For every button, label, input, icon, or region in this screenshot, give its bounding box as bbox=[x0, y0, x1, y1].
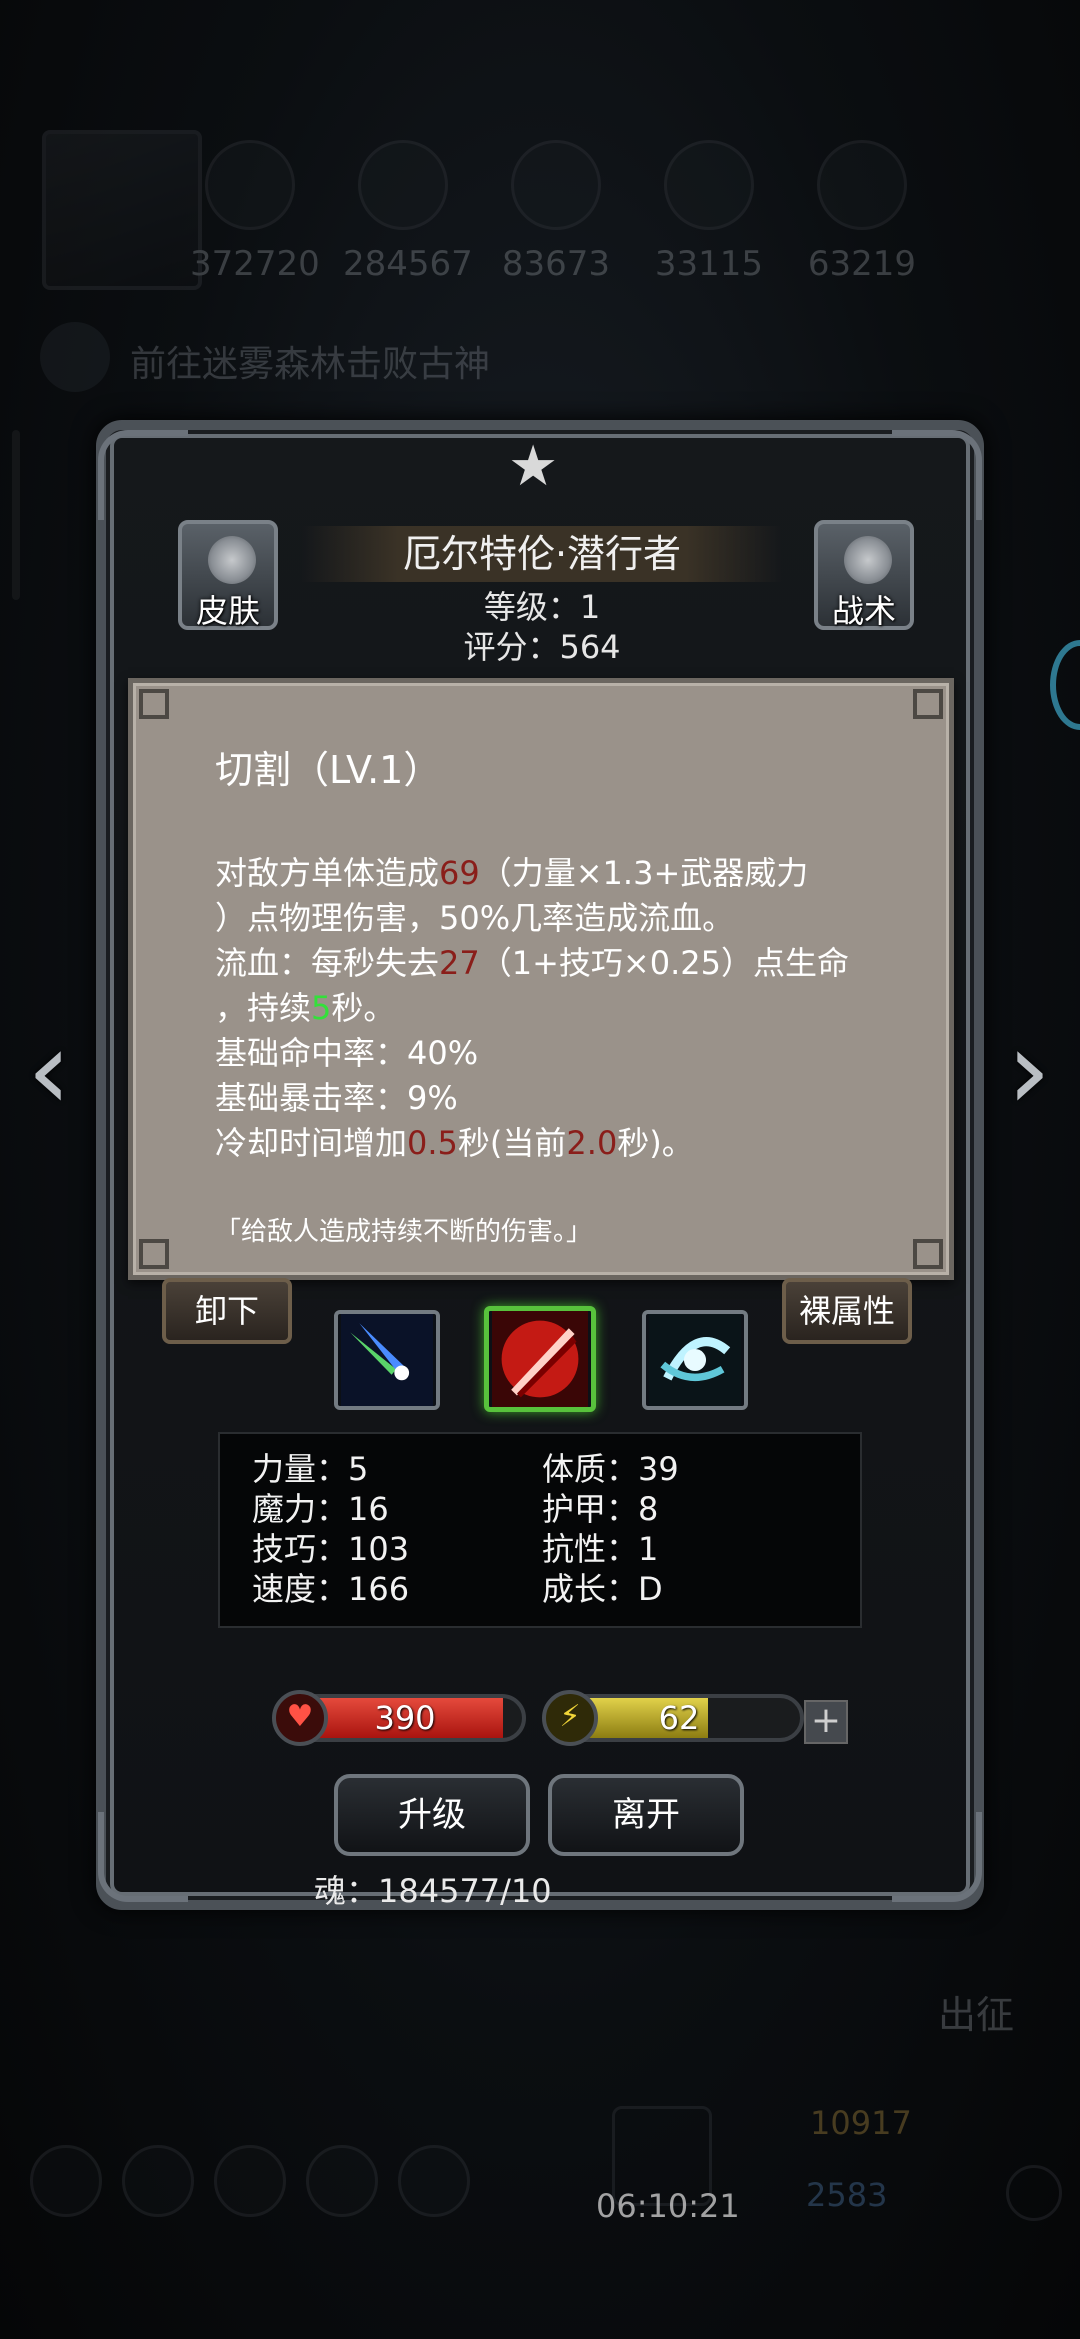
skill-tooltip: 切割（LV.1） 对敌方单体造成69（力量×1.3+武器威力 ）点物理伤害，50… bbox=[128, 678, 954, 1280]
desc-line-2: ）点物理伤害，50%几率造成流血。 bbox=[215, 899, 735, 937]
soul-counter: 魂：184577/10 bbox=[314, 1872, 552, 1910]
side-ring-icon bbox=[1050, 640, 1080, 730]
hero-dialog: ★ 厄尔特伦·潜行者 等级：1 评分：564 皮肤 战术 切割（LV.1） 对敌… bbox=[82, 400, 998, 1920]
leave-button[interactable]: 离开 bbox=[548, 1774, 744, 1856]
light-beam-skill-icon bbox=[341, 1314, 433, 1406]
next-hero-arrow-icon[interactable]: › bbox=[994, 1015, 1064, 1130]
star-icon: ★ bbox=[508, 434, 559, 499]
gem-count: 2583 bbox=[806, 2176, 888, 2214]
gear-icon bbox=[844, 536, 892, 584]
previous-hero-arrow-icon[interactable]: ‹ bbox=[14, 1015, 84, 1130]
slash-skill-icon bbox=[492, 1311, 588, 1407]
desc-line-6: 基础暴击率：9% bbox=[215, 1079, 458, 1117]
bottom-menu-icons bbox=[30, 2145, 510, 2235]
timer: 06:10:21 bbox=[596, 2187, 740, 2225]
skin-button[interactable]: 皮肤 bbox=[178, 520, 278, 630]
add-energy-button[interactable]: + bbox=[804, 1700, 848, 1744]
scroll-edge bbox=[12, 430, 20, 600]
desc-line-5: 基础命中率：40% bbox=[215, 1034, 479, 1072]
cooldown-add-value: 0.5 bbox=[407, 1124, 458, 1162]
hero-name: 厄尔特伦·潜行者 bbox=[402, 532, 682, 576]
stat-speed: 速度：166 bbox=[252, 1570, 410, 1608]
duration-value: 5 bbox=[311, 989, 332, 1027]
skill-slot-3[interactable] bbox=[642, 1310, 748, 1410]
cooldown-current-value: 2.0 bbox=[566, 1124, 618, 1162]
heart-icon: ♥ bbox=[272, 1690, 328, 1746]
lightning-icon: ⚡ bbox=[542, 1690, 598, 1746]
resource-2: 284567 bbox=[343, 140, 473, 284]
stats-panel: 力量：5 体质：39 魔力：16 护甲：8 技巧：103 抗性：1 速度：166… bbox=[218, 1432, 862, 1628]
skin-label: 皮肤 bbox=[195, 592, 260, 630]
damage-value: 69 bbox=[439, 854, 480, 892]
desc-line-4: ，持续5秒。 bbox=[215, 989, 396, 1027]
player-avatar bbox=[42, 130, 202, 290]
skill-slot-2-selected[interactable] bbox=[484, 1306, 596, 1412]
skill-flavor-text: 「给敌人造成持续不断的伤害。」 bbox=[215, 1217, 593, 1247]
naked-attributes-button[interactable]: 裸属性 bbox=[782, 1278, 912, 1344]
skill-title: 切割（LV.1） bbox=[215, 748, 442, 792]
plus-icon bbox=[1006, 2165, 1062, 2221]
quest-text: 前往迷雾森林击败古神 bbox=[130, 344, 491, 385]
resource-4: 33115 bbox=[649, 140, 769, 284]
desc-line-7: 冷却时间增加0.5秒(当前2.0秒)。 bbox=[215, 1124, 694, 1162]
quest-icon bbox=[40, 322, 110, 392]
tactic-label: 战术 bbox=[831, 592, 896, 630]
skill-slot-1[interactable] bbox=[334, 1310, 440, 1410]
desc-line-1: 对敌方单体造成69（力量×1.3+武器威力 bbox=[215, 854, 809, 892]
whirlwind-skill-icon bbox=[649, 1314, 741, 1406]
march-label: 出征 bbox=[938, 1993, 1015, 2037]
stat-growth: 成长：D bbox=[542, 1570, 663, 1608]
unequip-button[interactable]: 卸下 bbox=[162, 1278, 292, 1344]
resource-3: 83673 bbox=[496, 140, 616, 284]
desc-line-3: 流血：每秒失去27（1+技巧×0.25）点生命 bbox=[215, 944, 849, 982]
refresh-icon bbox=[208, 536, 256, 584]
gold-count: 10917 bbox=[810, 2104, 912, 2142]
skill-description: 对敌方单体造成69（力量×1.3+武器威力 ）点物理伤害，50%几率造成流血。 … bbox=[215, 851, 915, 1166]
bleed-value: 27 bbox=[439, 944, 480, 982]
hero-score: 评分：564 bbox=[463, 628, 621, 666]
resource-5: 63219 bbox=[802, 140, 922, 284]
upgrade-button[interactable]: 升级 bbox=[334, 1774, 530, 1856]
tactic-button[interactable]: 战术 bbox=[814, 520, 914, 630]
resource-1: 372720 bbox=[190, 140, 320, 284]
